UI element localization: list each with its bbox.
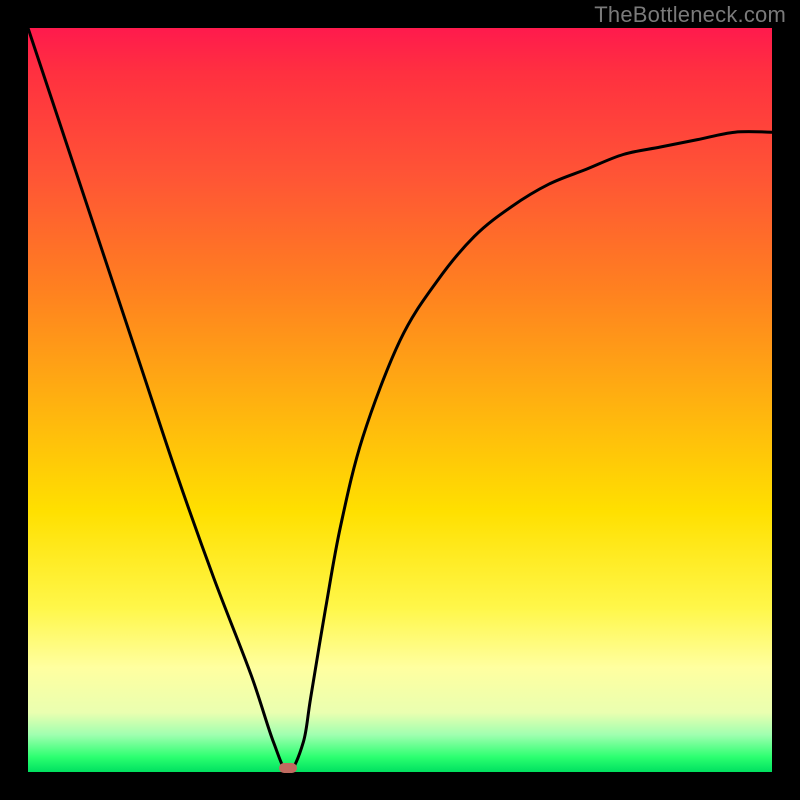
plot-area bbox=[28, 28, 772, 772]
chart-frame: TheBottleneck.com bbox=[0, 0, 800, 800]
watermark-text: TheBottleneck.com bbox=[594, 2, 786, 28]
bottleneck-curve bbox=[28, 28, 772, 772]
